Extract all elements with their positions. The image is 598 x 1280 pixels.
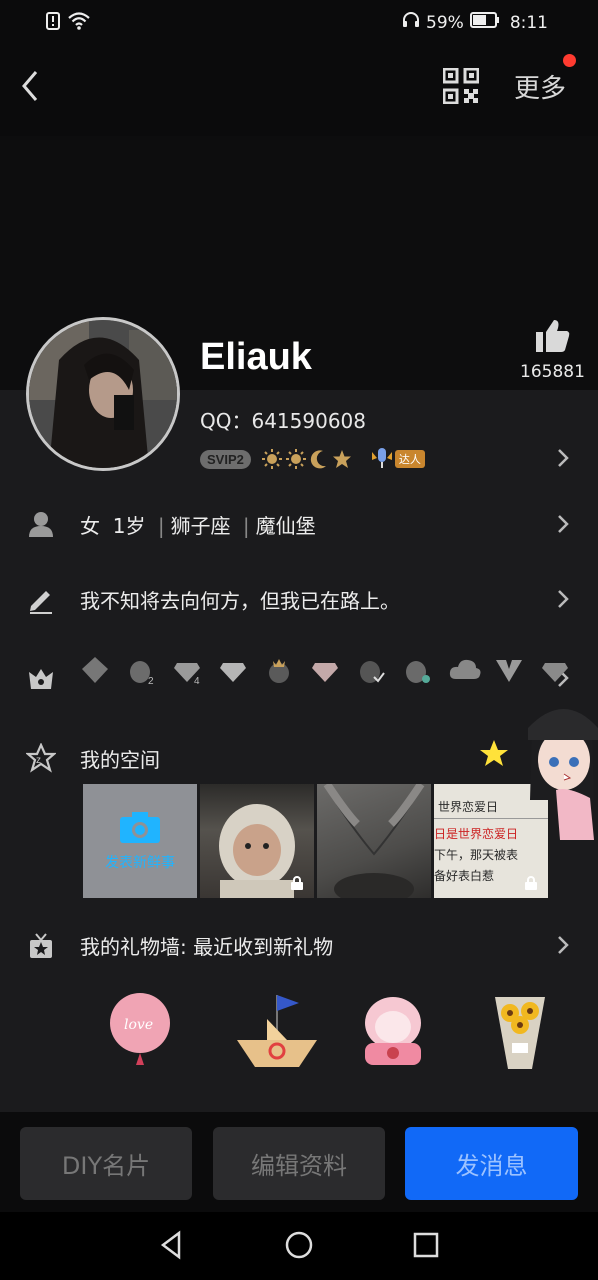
chevron-right-icon bbox=[558, 515, 569, 533]
signature-row[interactable]: 我不知将去向何方，但我已在路上。 bbox=[0, 571, 598, 627]
signature-text: 我不知将去向何方，但我已在路上。 bbox=[80, 588, 400, 613]
clock: 8:11 bbox=[509, 12, 548, 33]
status-bar: 59% 8:11 bbox=[0, 0, 598, 46]
penguin-icon bbox=[402, 655, 432, 685]
sunflower-bouquet-gift-icon[interactable] bbox=[480, 985, 560, 1075]
basic-info-text: 女 1岁 | 狮子座 | 魔仙堡 bbox=[80, 513, 316, 538]
thumbs-up-icon bbox=[536, 320, 570, 352]
like-button[interactable]: 165881 bbox=[520, 318, 585, 382]
chevron-right-icon bbox=[558, 590, 569, 608]
nav-home-icon[interactable] bbox=[284, 1230, 314, 1260]
chevron-right-icon bbox=[558, 936, 569, 954]
level-icons bbox=[261, 448, 353, 470]
paper-boat-gift-icon[interactable] bbox=[227, 985, 317, 1075]
diamond-icon bbox=[218, 655, 248, 685]
person-icon bbox=[29, 512, 53, 537]
profile-name: Eliauk bbox=[200, 336, 312, 378]
gift-wall-row[interactable]: 我的礼物墙: 最近收到新礼物 bbox=[0, 917, 598, 973]
post-label: 发表新鲜事 bbox=[105, 855, 175, 871]
post-tile[interactable]: 发表新鲜事 bbox=[83, 784, 197, 898]
gift-icon bbox=[30, 933, 52, 958]
diy-card-button[interactable]: DIY名片 bbox=[20, 1127, 192, 1200]
diamond-icon bbox=[310, 655, 340, 685]
sun-icon bbox=[261, 449, 282, 469]
badge-chevron[interactable] bbox=[556, 448, 570, 472]
avatar-photo bbox=[29, 320, 177, 468]
chevron-right-icon bbox=[558, 449, 569, 467]
system-nav-bar bbox=[0, 1212, 598, 1280]
basic-info-row[interactable]: 女 1岁 | 狮子座 | 魔仙堡 bbox=[0, 496, 598, 552]
status-right: 59% 8:11 bbox=[402, 11, 548, 34]
back-button[interactable] bbox=[16, 66, 46, 106]
sun-icon bbox=[285, 449, 306, 469]
svg-text:2: 2 bbox=[148, 676, 154, 685]
status-left bbox=[46, 12, 90, 35]
svg-text:4: 4 bbox=[194, 676, 200, 685]
battery-percent: 59% bbox=[426, 12, 464, 33]
v-icon bbox=[494, 655, 524, 685]
sheep-gift-icon[interactable] bbox=[353, 985, 433, 1075]
moon-icon bbox=[310, 450, 326, 469]
gift-list: love bbox=[100, 985, 560, 1075]
likes-count: 165881 bbox=[520, 362, 585, 382]
send-message-button[interactable]: 发消息 bbox=[405, 1127, 578, 1200]
pencil-icon bbox=[30, 591, 52, 614]
cloud-icon bbox=[448, 655, 481, 685]
avatar[interactable] bbox=[26, 317, 180, 471]
qq-number: QQ：641590608 bbox=[200, 409, 367, 433]
edit-profile-button[interactable]: 编辑资料 bbox=[213, 1127, 385, 1200]
battery-icon bbox=[469, 12, 500, 33]
honor-icons[interactable]: 2 4 bbox=[80, 655, 570, 687]
diamond-icon: 4 bbox=[172, 655, 202, 687]
qr-code-icon bbox=[442, 67, 480, 105]
more-button[interactable]: 更多 bbox=[514, 68, 566, 105]
balloon-gift-icon[interactable]: love bbox=[100, 985, 180, 1075]
penguin-crown-icon bbox=[264, 655, 294, 685]
microphone-icon bbox=[371, 448, 392, 468]
camera-icon bbox=[120, 812, 160, 843]
lock-icon bbox=[525, 876, 537, 890]
nav-back-icon[interactable] bbox=[157, 1230, 187, 1260]
star-z-icon: z bbox=[26, 743, 56, 773]
headphones-icon bbox=[402, 11, 420, 34]
sim-alert-icon bbox=[46, 12, 60, 35]
gift-wall-text: 我的礼物墙: 最近收到新礼物 bbox=[80, 934, 334, 959]
svg-text:love: love bbox=[124, 1017, 153, 1033]
qr-code-button[interactable] bbox=[442, 67, 480, 105]
talent-badge: 达人 bbox=[371, 446, 425, 472]
diamond-icon bbox=[540, 655, 570, 685]
space-photo-hands[interactable] bbox=[317, 784, 431, 898]
star-icon bbox=[332, 450, 351, 468]
space-title: 我的空间 bbox=[80, 747, 160, 772]
lock-icon bbox=[291, 876, 303, 890]
svg-text:z: z bbox=[36, 755, 41, 766]
wifi-icon bbox=[68, 12, 90, 35]
svip-badge: SVIP2 bbox=[200, 449, 251, 469]
mascot-sticker[interactable] bbox=[472, 690, 598, 840]
penguin-icon: 2 bbox=[126, 655, 156, 687]
notification-dot bbox=[563, 54, 576, 67]
chevron-left-icon bbox=[22, 71, 38, 101]
nav-recents-icon[interactable] bbox=[411, 1230, 441, 1260]
penguin-icon bbox=[356, 655, 386, 685]
space-photo-baby[interactable] bbox=[200, 784, 314, 898]
diamond-icon bbox=[80, 655, 110, 685]
crown-icon bbox=[29, 669, 53, 689]
badge-row[interactable]: SVIP2 达人 bbox=[200, 446, 425, 472]
